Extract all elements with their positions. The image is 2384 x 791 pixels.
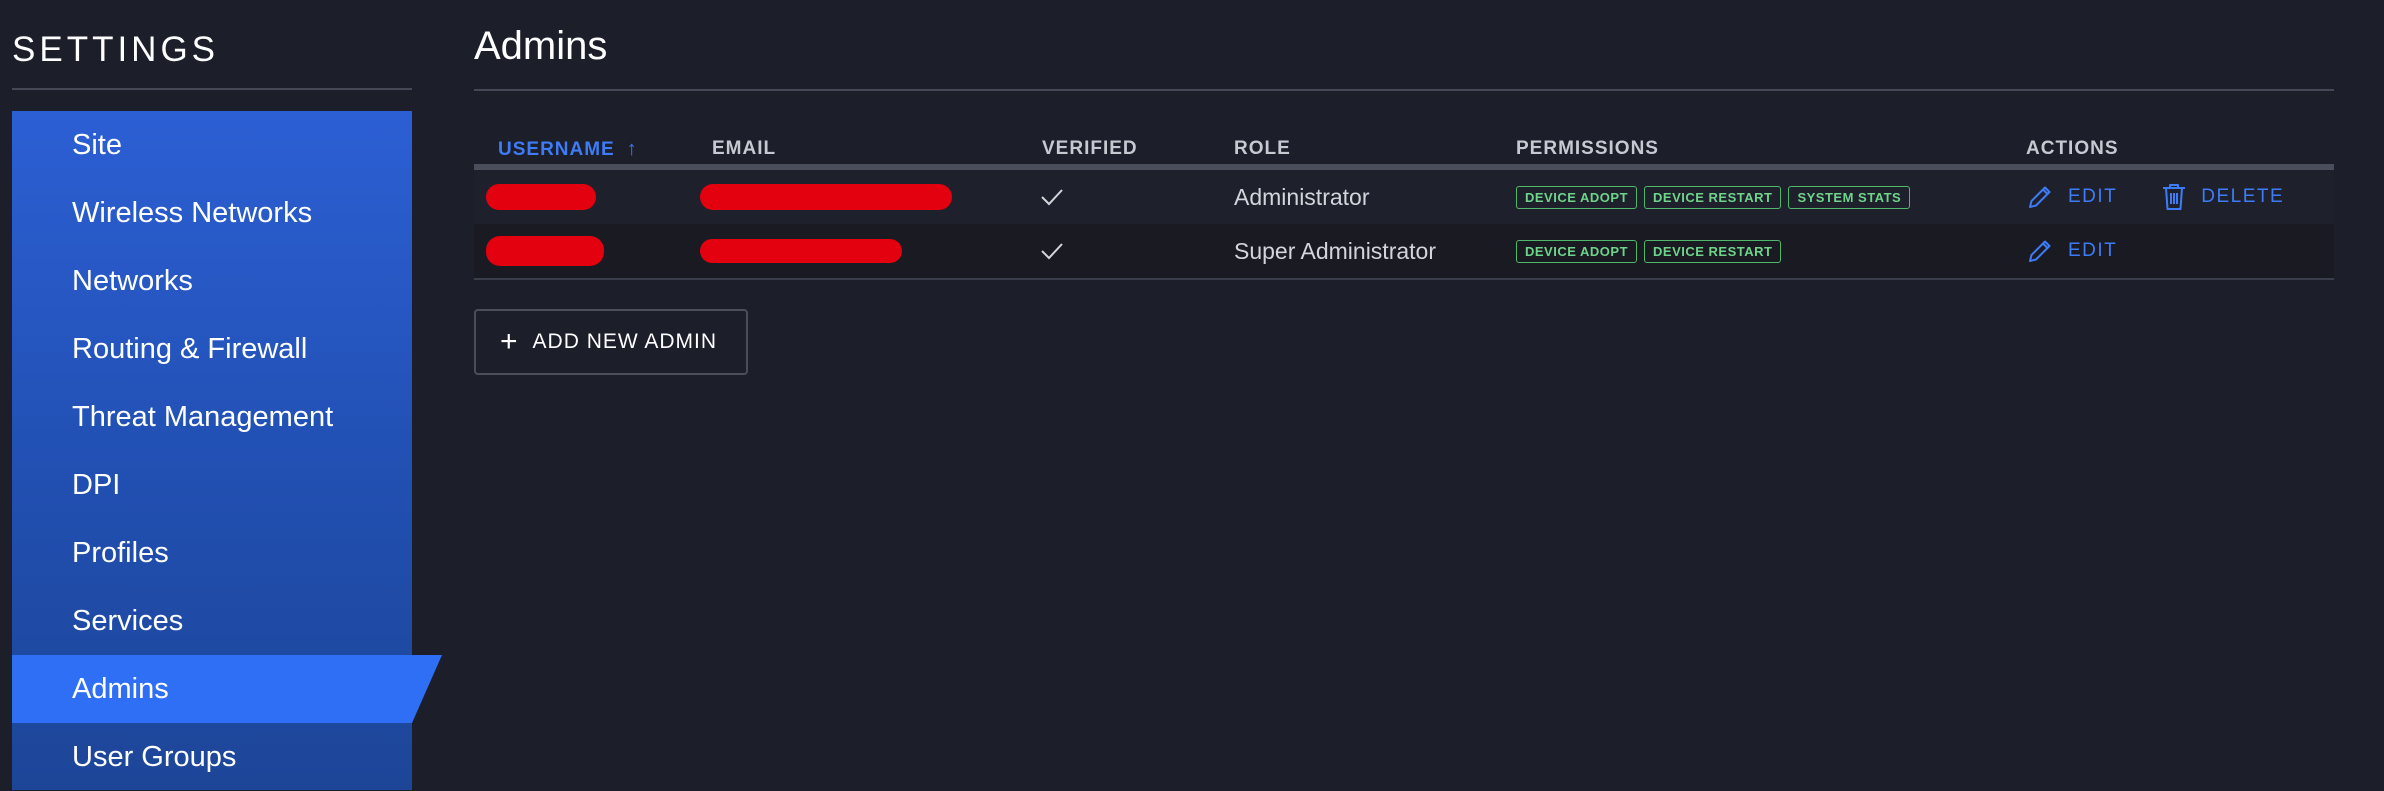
page-title: Admins	[474, 24, 608, 68]
sidebar-item-label: User Groups	[72, 740, 237, 773]
sidebar-item-site[interactable]: Site	[12, 111, 412, 179]
sidebar-item-label: Routing & Firewall	[72, 332, 308, 365]
sidebar-item-networks[interactable]: Networks	[12, 247, 412, 315]
redacted-username	[486, 184, 596, 210]
sidebar-item-label: Wireless Networks	[72, 196, 313, 229]
sidebar-item-label: Site	[72, 128, 122, 161]
column-header-username[interactable]: USERNAME ↑	[498, 138, 638, 161]
sidebar-item-label: Threat Management	[72, 400, 334, 433]
sidebar-item-admins[interactable]: Admins	[12, 655, 412, 723]
permission-badge: DEVICE RESTART	[1644, 185, 1782, 209]
sidebar-item-services[interactable]: Services	[12, 587, 412, 655]
add-new-admin-label: ADD NEW ADMIN	[532, 330, 718, 353]
permission-badge: DEVICE RESTART	[1644, 239, 1782, 263]
column-header-role[interactable]: ROLE	[1234, 138, 1291, 160]
permission-badge: SYSTEM STATS	[1788, 185, 1911, 209]
table-row: Administrator DEVICE ADOPT DEVICE RESTAR…	[474, 170, 2334, 224]
admins-table: USERNAME ↑ EMAIL VERIFIED ROLE PERMISSION…	[474, 128, 2334, 280]
column-header-permissions: PERMISSIONS	[1516, 138, 1659, 159]
trash-icon	[2163, 184, 2186, 210]
sidebar-item-routing-firewall[interactable]: Routing & Firewall	[12, 315, 412, 383]
admins-panel: Admins USERNAME ↑ EMAIL VERIFIED ROLE PER…	[474, 0, 2334, 790]
active-item-pointer	[412, 655, 442, 723]
actions-cell: EDIT	[2026, 224, 2117, 278]
edit-label: EDIT	[2068, 186, 2118, 207]
permissions-cell: DEVICE ADOPT DEVICE RESTART SYSTEM STATS	[1516, 170, 1917, 224]
redacted-email	[700, 239, 902, 263]
edit-button[interactable]: EDIT	[2026, 237, 2117, 265]
sidebar-item-profiles[interactable]: Profiles	[12, 519, 412, 587]
plus-icon: +	[500, 325, 519, 358]
sidebar-item-wireless-networks[interactable]: Wireless Networks	[12, 179, 412, 247]
sidebar-item-label: DPI	[72, 468, 121, 501]
edit-label: EDIT	[2068, 240, 2118, 261]
email-cell	[700, 170, 952, 224]
sidebar-item-threat-management[interactable]: Threat Management	[12, 383, 412, 451]
permission-badge: DEVICE ADOPT	[1516, 239, 1638, 263]
permission-badge: DEVICE ADOPT	[1516, 185, 1638, 209]
edit-button[interactable]: EDIT	[2026, 183, 2117, 211]
add-new-admin-button[interactable]: + ADD NEW ADMIN	[474, 309, 748, 375]
username-cell	[486, 224, 604, 278]
settings-title: SETTINGS	[12, 30, 220, 69]
role-cell: Administrator	[1234, 183, 1370, 210]
checkmark-icon	[1040, 170, 1064, 224]
delete-label: DELETE	[2201, 186, 2285, 207]
column-header-label: USERNAME	[498, 139, 615, 160]
role-cell: Super Administrator	[1234, 237, 1436, 264]
sidebar-item-label: Admins	[72, 672, 169, 705]
arrow-up-icon: ↑	[626, 138, 638, 160]
table-header: USERNAME ↑ EMAIL VERIFIED ROLE PERMISSION…	[474, 128, 2334, 170]
username-cell	[486, 170, 596, 224]
column-header-email[interactable]: EMAIL	[712, 138, 776, 160]
sidebar-item-label: Networks	[72, 264, 193, 297]
column-header-verified[interactable]: VERIFIED	[1042, 138, 1138, 160]
sidebar-item-label: Services	[72, 604, 184, 637]
permissions-cell: DEVICE ADOPT DEVICE RESTART	[1516, 224, 1788, 278]
email-cell	[700, 224, 902, 278]
checkmark-icon	[1040, 224, 1064, 278]
table-row: Super Administrator DEVICE ADOPT DEVICE …	[474, 224, 2334, 280]
redacted-username	[486, 236, 604, 266]
settings-sidebar: SETTINGS Site Wireless Networks Networks…	[0, 0, 442, 790]
redacted-email	[700, 184, 952, 210]
column-header-actions: ACTIONS	[2026, 138, 2119, 159]
actions-cell: EDIT DELETE	[2026, 170, 2284, 224]
delete-button[interactable]: DELETE	[2161, 182, 2284, 212]
sidebar-divider	[12, 88, 412, 90]
sidebar-item-dpi[interactable]: DPI	[12, 451, 412, 519]
sidebar-item-user-groups[interactable]: User Groups	[12, 723, 412, 791]
pencil-icon	[2029, 240, 2051, 262]
title-divider	[474, 89, 2334, 91]
pencil-icon	[2029, 186, 2051, 208]
settings-nav: Site Wireless Networks Networks Routing …	[12, 111, 412, 790]
sidebar-item-label: Profiles	[72, 536, 169, 569]
